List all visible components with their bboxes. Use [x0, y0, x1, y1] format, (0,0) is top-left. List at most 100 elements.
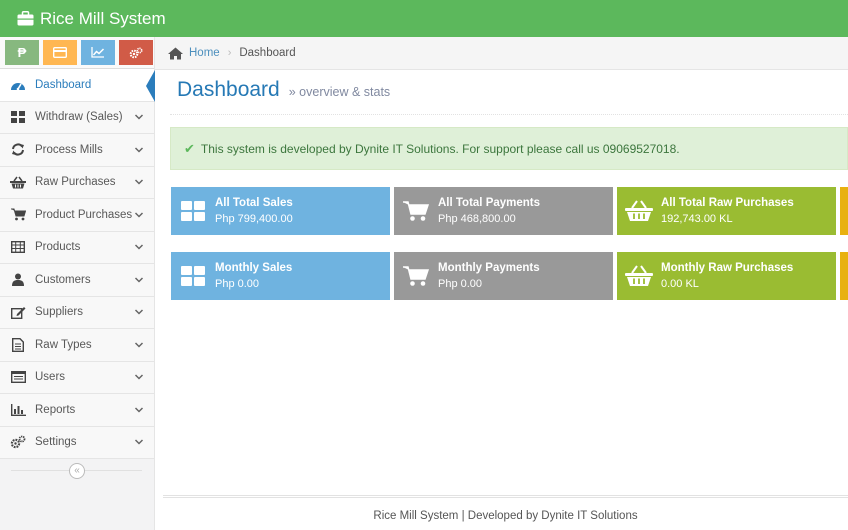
sidebar-item-label: Process Mills	[35, 143, 103, 156]
cart-icon	[394, 200, 438, 222]
shortcut-chart-button[interactable]	[81, 40, 115, 65]
tile-monthly-payments[interactable]: Monthly Payments Php 0.00	[394, 252, 613, 300]
sidebar-item-users[interactable]: Users	[0, 361, 154, 394]
stats-row-totals: All Total Sales Php 799,400.00 All Total…	[171, 187, 848, 235]
cogs-icon	[129, 46, 143, 58]
grid-icon	[9, 109, 27, 125]
sidebar-item-process-mills[interactable]: Process Mills	[0, 134, 154, 167]
sidebar-item-customers[interactable]: Customers	[0, 264, 154, 297]
tile-all-total-payments[interactable]: All Total Payments Php 468,800.00	[394, 187, 613, 235]
shortcut-settings-button[interactable]	[119, 40, 153, 65]
bar-chart-icon	[9, 402, 27, 418]
sidebar-item-raw-types[interactable]: Raw Types	[0, 329, 154, 362]
windows-icon	[171, 201, 215, 221]
refresh-icon	[9, 142, 27, 158]
sidebar-item-label: Users	[35, 371, 66, 384]
app-title: Rice Mill System	[40, 8, 166, 28]
app-brand[interactable]: Rice Mill System	[17, 9, 166, 29]
chevron-down-icon	[134, 374, 144, 380]
check-icon: ✔	[184, 140, 195, 156]
page-title: Dashboard	[177, 78, 280, 101]
tachometer-icon	[9, 77, 27, 93]
page-header: Dashboard » overview & stats	[177, 78, 837, 112]
sidebar-item-dashboard[interactable]: Dashboard	[0, 69, 154, 102]
sidebar-item-suppliers[interactable]: Suppliers	[0, 296, 154, 329]
chevron-down-icon	[134, 114, 144, 120]
chevron-down-icon	[134, 439, 144, 445]
tile-value: 192,743.00 KL	[661, 213, 733, 225]
sidebar-item-label: Reports	[35, 403, 76, 416]
tile-partial-offscreen[interactable]	[840, 252, 848, 300]
tile-value: 0.00 KL	[661, 278, 699, 290]
sidebar-item-reports[interactable]: Reports	[0, 394, 154, 427]
sidebar-item-label: Product Purchases	[35, 208, 133, 221]
tile-title: Monthly Payments	[438, 262, 540, 274]
tile-monthly-sales[interactable]: Monthly Sales Php 0.00	[171, 252, 390, 300]
user-icon	[9, 272, 27, 288]
chevron-down-icon	[134, 342, 144, 348]
top-navbar: Rice Mill System	[0, 0, 848, 37]
basket-icon	[9, 174, 27, 190]
info-alert: ✔ This system is developed by Dynite IT …	[170, 127, 848, 170]
sidebar-item-label: Settings	[35, 436, 77, 449]
alert-text: This system is developed by Dynite IT So…	[200, 141, 680, 156]
sidebar-item-label: Withdraw (Sales)	[35, 111, 123, 124]
table-icon	[9, 239, 27, 255]
tile-value: Php 799,400.00	[215, 213, 293, 225]
sidebar-item-withdraw-sales[interactable]: Withdraw (Sales)	[0, 101, 154, 134]
sidebar-item-product-purchases[interactable]: Product Purchases	[0, 199, 154, 232]
double-chevron-right-icon: »	[288, 85, 296, 99]
shortcut-peso-button[interactable]: ₱	[5, 40, 39, 65]
windows-icon	[171, 266, 215, 286]
cart-icon	[394, 265, 438, 287]
edit-icon	[9, 304, 27, 320]
sidebar-collapse-button[interactable]: «	[69, 463, 85, 479]
double-chevron-left-icon: «	[74, 465, 80, 476]
breadcrumb-home-link[interactable]: Home	[189, 47, 220, 59]
sidebar-shortcuts: ₱	[0, 37, 154, 69]
shortcut-card-button[interactable]	[43, 40, 77, 65]
sidebar-item-products[interactable]: Products	[0, 231, 154, 264]
tile-all-total-raw-purchases[interactable]: All Total Raw Purchases 192,743.00 KL	[617, 187, 836, 235]
breadcrumb: Home › Dashboard	[155, 37, 848, 70]
tile-title: All Total Sales	[215, 197, 293, 209]
tile-title: All Total Payments	[438, 197, 541, 209]
breadcrumb-current: Dashboard	[239, 47, 296, 59]
tile-value: Php 0.00	[215, 278, 260, 290]
chevron-down-icon	[134, 147, 144, 153]
page-subtitle: » overview & stats	[289, 85, 390, 99]
basket-icon	[617, 265, 661, 287]
cart-icon	[9, 207, 27, 223]
sidebar: ₱ Dashboard Withdraw (Sales) Process Mil…	[0, 37, 155, 530]
file-icon	[9, 337, 27, 353]
sidebar-item-label: Suppliers	[35, 306, 83, 319]
chevron-down-icon	[134, 309, 144, 315]
sidebar-collapse: «	[0, 459, 154, 483]
page-subtitle-text: overview & stats	[299, 85, 391, 99]
sidebar-item-raw-purchases[interactable]: Raw Purchases	[0, 166, 154, 199]
tile-all-total-sales[interactable]: All Total Sales Php 799,400.00	[171, 187, 390, 235]
chevron-down-icon	[134, 212, 144, 218]
sidebar-item-label: Raw Types	[35, 338, 92, 351]
stats-row-monthly: Monthly Sales Php 0.00 Monthly Payments …	[171, 252, 848, 300]
sidebar-item-settings[interactable]: Settings	[0, 426, 154, 459]
line-chart-icon	[91, 47, 105, 58]
chevron-down-icon	[134, 179, 144, 185]
breadcrumb-separator-icon: ›	[227, 47, 232, 59]
tile-monthly-raw-purchases[interactable]: Monthly Raw Purchases 0.00 KL	[617, 252, 836, 300]
home-icon	[168, 47, 183, 59]
sidebar-item-label: Dashboard	[35, 78, 92, 91]
chevron-down-icon	[134, 277, 144, 283]
credit-card-icon	[53, 47, 67, 58]
divider	[170, 114, 848, 115]
chevron-down-icon	[134, 244, 144, 250]
tile-partial-offscreen[interactable]	[840, 187, 848, 235]
sidebar-item-label: Customers	[35, 273, 91, 286]
peso-icon: ₱	[17, 45, 27, 60]
tile-title: Monthly Raw Purchases	[661, 262, 794, 274]
cogs-icon	[9, 434, 27, 450]
sidebar-item-label: Products	[35, 241, 81, 254]
tile-value: Php 0.00	[438, 278, 483, 290]
chevron-down-icon	[134, 407, 144, 413]
briefcase-icon	[17, 11, 34, 26]
